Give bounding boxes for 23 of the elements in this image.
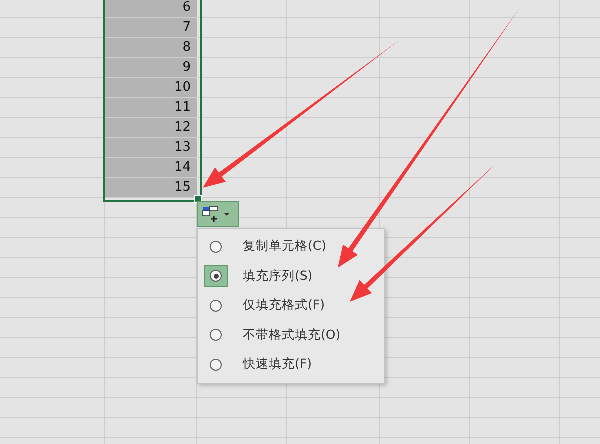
menu-item[interactable]: 复制单元格(C) — [198, 232, 384, 262]
menu-item[interactable]: 填充序列(S) — [198, 262, 384, 291]
menu-item[interactable]: 快速填充(F) — [198, 350, 384, 380]
menu-item[interactable]: 仅填充格式(F) — [198, 291, 384, 320]
table-cell: 14 — [105, 158, 197, 178]
table-cell: 11 — [105, 98, 197, 118]
table-cell: 12 — [105, 118, 197, 138]
table-cell: 10 — [105, 78, 197, 98]
menu-item-label: 填充序列(S) — [243, 268, 313, 285]
table-cell: 7 — [105, 18, 197, 38]
fill-options-icon — [202, 205, 232, 223]
table-cell: 8 — [105, 38, 197, 58]
auto-fill-options-button[interactable] — [197, 201, 239, 227]
table-cell: 6 — [105, 0, 197, 18]
table-cell: 13 — [105, 138, 197, 158]
menu-item[interactable]: 不带格式填充(O) — [198, 320, 384, 350]
menu-item-label: 复制单元格(C) — [243, 238, 326, 256]
menu-item-label: 快速填充(F) — [243, 356, 312, 374]
table-cell: 9 — [105, 58, 197, 78]
radio-button[interactable] — [204, 265, 228, 288]
menu-item-label: 仅填充格式(F) — [243, 297, 325, 314]
menu-item-label: 不带格式填充(O) — [243, 326, 341, 344]
table-cell: 15 — [105, 178, 197, 198]
